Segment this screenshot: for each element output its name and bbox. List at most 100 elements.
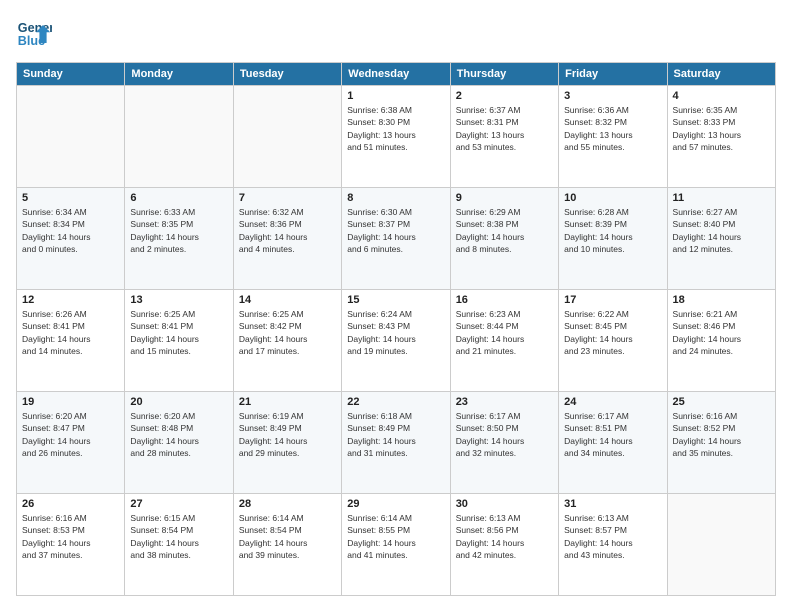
day-info: Sunrise: 6:22 AMSunset: 8:45 PMDaylight:… xyxy=(564,308,661,357)
day-info: Sunrise: 6:27 AMSunset: 8:40 PMDaylight:… xyxy=(673,206,770,255)
calendar-cell: 6 Sunrise: 6:33 AMSunset: 8:35 PMDaylight… xyxy=(125,188,233,290)
weekday-header: Thursday xyxy=(450,63,558,86)
calendar-cell: 29 Sunrise: 6:14 AMSunset: 8:55 PMDayligh… xyxy=(342,494,450,596)
calendar-cell: 27 Sunrise: 6:15 AMSunset: 8:54 PMDayligh… xyxy=(125,494,233,596)
day-info: Sunrise: 6:20 AMSunset: 8:48 PMDaylight:… xyxy=(130,410,227,459)
calendar-cell: 22 Sunrise: 6:18 AMSunset: 8:49 PMDayligh… xyxy=(342,392,450,494)
day-info: Sunrise: 6:28 AMSunset: 8:39 PMDaylight:… xyxy=(564,206,661,255)
day-number: 18 xyxy=(673,294,770,306)
calendar-cell: 5Sunrise: 6:34 AMSunset: 8:34 PMDaylight… xyxy=(17,188,125,290)
day-number: 12 xyxy=(22,294,119,306)
weekday-header: Tuesday xyxy=(233,63,341,86)
day-number: 14 xyxy=(239,294,336,306)
weekday-header: Saturday xyxy=(667,63,775,86)
day-number: 19 xyxy=(22,396,119,408)
weekday-header: Monday xyxy=(125,63,233,86)
day-info: Sunrise: 6:21 AMSunset: 8:46 PMDaylight:… xyxy=(673,308,770,357)
calendar-table: SundayMondayTuesdayWednesdayThursdayFrid… xyxy=(16,62,776,596)
calendar-cell: 24 Sunrise: 6:17 AMSunset: 8:51 PMDayligh… xyxy=(559,392,667,494)
day-number: 13 xyxy=(130,294,227,306)
day-info: Sunrise: 6:35 AMSunset: 8:33 PMDaylight:… xyxy=(673,104,770,153)
day-info: Sunrise: 6:18 AMSunset: 8:49 PMDaylight:… xyxy=(347,410,444,459)
calendar-cell: 2 Sunrise: 6:37 AMSunset: 8:31 PMDaylight… xyxy=(450,86,558,188)
day-info: Sunrise: 6:17 AMSunset: 8:50 PMDaylight:… xyxy=(456,410,553,459)
day-info: Sunrise: 6:17 AMSunset: 8:51 PMDaylight:… xyxy=(564,410,661,459)
calendar-cell: 1 Sunrise: 6:38 AMSunset: 8:30 PMDaylight… xyxy=(342,86,450,188)
calendar-cell: 13 Sunrise: 6:25 AMSunset: 8:41 PMDayligh… xyxy=(125,290,233,392)
day-info: Sunrise: 6:13 AMSunset: 8:56 PMDaylight:… xyxy=(456,512,553,561)
calendar-cell: 9 Sunrise: 6:29 AMSunset: 8:38 PMDaylight… xyxy=(450,188,558,290)
day-number: 16 xyxy=(456,294,553,306)
calendar-cell: 19 Sunrise: 6:20 AMSunset: 8:47 PMDayligh… xyxy=(17,392,125,494)
day-number: 27 xyxy=(130,498,227,510)
day-info: Sunrise: 6:26 AMSunset: 8:41 PMDaylight:… xyxy=(22,308,119,357)
day-number: 6 xyxy=(130,192,227,204)
day-info: Sunrise: 6:14 AMSunset: 8:55 PMDaylight:… xyxy=(347,512,444,561)
logo-icon: General Blue xyxy=(16,16,52,52)
day-info: Sunrise: 6:30 AMSunset: 8:37 PMDaylight:… xyxy=(347,206,444,255)
calendar-cell xyxy=(125,86,233,188)
day-info: Sunrise: 6:25 AMSunset: 8:42 PMDaylight:… xyxy=(239,308,336,357)
calendar-cell xyxy=(233,86,341,188)
calendar-cell xyxy=(17,86,125,188)
day-info: Sunrise: 6:15 AMSunset: 8:54 PMDaylight:… xyxy=(130,512,227,561)
calendar-cell: 23 Sunrise: 6:17 AMSunset: 8:50 PMDayligh… xyxy=(450,392,558,494)
day-info: Sunrise: 6:33 AMSunset: 8:35 PMDaylight:… xyxy=(130,206,227,255)
day-number: 11 xyxy=(673,192,770,204)
day-number: 25 xyxy=(673,396,770,408)
day-info: Sunrise: 6:29 AMSunset: 8:38 PMDaylight:… xyxy=(456,206,553,255)
day-info: Sunrise: 6:16 AMSunset: 8:52 PMDaylight:… xyxy=(673,410,770,459)
calendar-cell: 11 Sunrise: 6:27 AMSunset: 8:40 PMDayligh… xyxy=(667,188,775,290)
calendar-cell: 8Sunrise: 6:30 AMSunset: 8:37 PMDaylight… xyxy=(342,188,450,290)
day-info: Sunrise: 6:34 AMSunset: 8:34 PMDaylight:… xyxy=(22,206,119,255)
day-number: 31 xyxy=(564,498,661,510)
calendar-row: 19 Sunrise: 6:20 AMSunset: 8:47 PMDayligh… xyxy=(17,392,776,494)
calendar-cell: 4Sunrise: 6:35 AMSunset: 8:33 PMDaylight… xyxy=(667,86,775,188)
day-number: 10 xyxy=(564,192,661,204)
day-number: 28 xyxy=(239,498,336,510)
day-info: Sunrise: 6:19 AMSunset: 8:49 PMDaylight:… xyxy=(239,410,336,459)
calendar-row: 1 Sunrise: 6:38 AMSunset: 8:30 PMDaylight… xyxy=(17,86,776,188)
day-number: 29 xyxy=(347,498,444,510)
day-number: 7 xyxy=(239,192,336,204)
day-info: Sunrise: 6:20 AMSunset: 8:47 PMDaylight:… xyxy=(22,410,119,459)
calendar-cell: 25 Sunrise: 6:16 AMSunset: 8:52 PMDayligh… xyxy=(667,392,775,494)
day-info: Sunrise: 6:14 AMSunset: 8:54 PMDaylight:… xyxy=(239,512,336,561)
day-info: Sunrise: 6:38 AMSunset: 8:30 PMDaylight:… xyxy=(347,104,444,153)
day-info: Sunrise: 6:16 AMSunset: 8:53 PMDaylight:… xyxy=(22,512,119,561)
calendar-cell xyxy=(667,494,775,596)
calendar-row: 5Sunrise: 6:34 AMSunset: 8:34 PMDaylight… xyxy=(17,188,776,290)
day-number: 23 xyxy=(456,396,553,408)
day-info: Sunrise: 6:32 AMSunset: 8:36 PMDaylight:… xyxy=(239,206,336,255)
calendar-cell: 15Sunrise: 6:24 AMSunset: 8:43 PMDayligh… xyxy=(342,290,450,392)
calendar-cell: 18 Sunrise: 6:21 AMSunset: 8:46 PMDayligh… xyxy=(667,290,775,392)
calendar-header-row: SundayMondayTuesdayWednesdayThursdayFrid… xyxy=(17,63,776,86)
weekday-header: Wednesday xyxy=(342,63,450,86)
day-number: 20 xyxy=(130,396,227,408)
calendar-cell: 26 Sunrise: 6:16 AMSunset: 8:53 PMDayligh… xyxy=(17,494,125,596)
day-number: 22 xyxy=(347,396,444,408)
day-info: Sunrise: 6:13 AMSunset: 8:57 PMDaylight:… xyxy=(564,512,661,561)
calendar-cell: 12 Sunrise: 6:26 AMSunset: 8:41 PMDayligh… xyxy=(17,290,125,392)
day-number: 26 xyxy=(22,498,119,510)
calendar-cell: 31 Sunrise: 6:13 AMSunset: 8:57 PMDayligh… xyxy=(559,494,667,596)
logo: General Blue xyxy=(16,16,52,52)
day-info: Sunrise: 6:25 AMSunset: 8:41 PMDaylight:… xyxy=(130,308,227,357)
day-number: 9 xyxy=(456,192,553,204)
calendar-body: 1 Sunrise: 6:38 AMSunset: 8:30 PMDaylight… xyxy=(17,86,776,596)
calendar-row: 26 Sunrise: 6:16 AMSunset: 8:53 PMDayligh… xyxy=(17,494,776,596)
page: General Blue SundayMondayTuesdayWednesda… xyxy=(0,0,792,612)
calendar-row: 12 Sunrise: 6:26 AMSunset: 8:41 PMDayligh… xyxy=(17,290,776,392)
day-info: Sunrise: 6:36 AMSunset: 8:32 PMDaylight:… xyxy=(564,104,661,153)
weekday-header: Friday xyxy=(559,63,667,86)
calendar-cell: 21Sunrise: 6:19 AMSunset: 8:49 PMDayligh… xyxy=(233,392,341,494)
day-number: 1 xyxy=(347,90,444,102)
calendar-cell: 10 Sunrise: 6:28 AMSunset: 8:39 PMDayligh… xyxy=(559,188,667,290)
day-number: 17 xyxy=(564,294,661,306)
day-number: 24 xyxy=(564,396,661,408)
day-info: Sunrise: 6:23 AMSunset: 8:44 PMDaylight:… xyxy=(456,308,553,357)
day-number: 2 xyxy=(456,90,553,102)
calendar-cell: 20 Sunrise: 6:20 AMSunset: 8:48 PMDayligh… xyxy=(125,392,233,494)
day-number: 30 xyxy=(456,498,553,510)
day-info: Sunrise: 6:37 AMSunset: 8:31 PMDaylight:… xyxy=(456,104,553,153)
